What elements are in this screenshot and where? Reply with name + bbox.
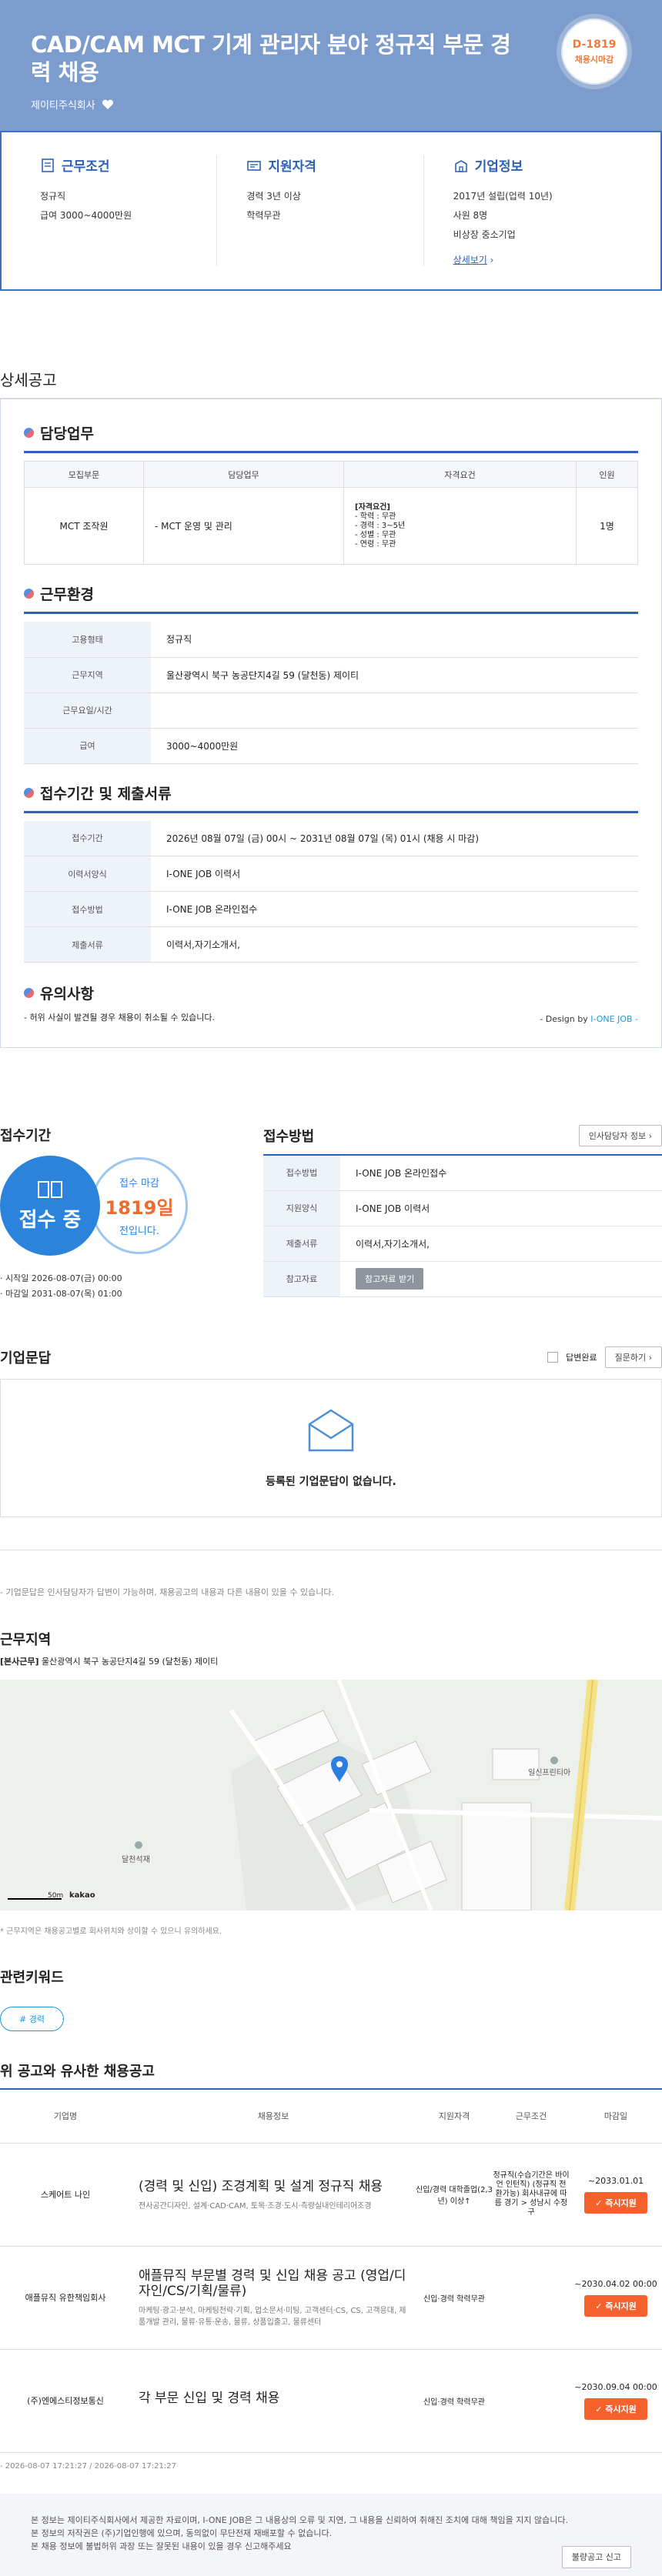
bullet-icon bbox=[24, 428, 34, 438]
summary-company-line: 2017년 설립(업력 10년) bbox=[453, 191, 553, 202]
apply-button[interactable]: ✓ 즉시지원 bbox=[584, 2294, 647, 2317]
ask-button[interactable]: 질문하기 › bbox=[604, 1346, 662, 1368]
similar-row[interactable]: 스케어트 나인 (경력 및 신입) 조경계획 및 설계 정규직 채용 전사공간디… bbox=[0, 2143, 662, 2247]
contact-button[interactable]: 인사담당자 정보 › bbox=[578, 1125, 662, 1146]
book-icon bbox=[38, 1180, 62, 1198]
receipt-method-title: 접수방법 bbox=[263, 1129, 315, 1145]
duty-header: 자격요건 bbox=[343, 461, 577, 488]
duty-part: MCT 조작원 bbox=[24, 487, 144, 565]
summary-company-title: 기업정보 bbox=[474, 159, 523, 175]
company-detail-link[interactable]: 상세보기 bbox=[453, 255, 487, 265]
bullet-icon bbox=[24, 988, 34, 998]
apply-button[interactable]: ✓ 즉시지원 bbox=[584, 2191, 647, 2214]
duty-task: - MCT 운영 및 관리 bbox=[143, 487, 344, 565]
summary-work: 근무조건 정규직 급여 3000~4000만원 bbox=[32, 155, 216, 266]
start-date: · 시작일 2026-08-07(금) 00:00 bbox=[0, 1273, 122, 1283]
address-text: 울산광역시 북구 농공단지4길 59 (달천동) 제이티 bbox=[42, 1657, 219, 1667]
env-title: 근무환경 bbox=[40, 586, 94, 603]
post-dates: - 2026-08-07 17:21:27 / 2026-08-07 17:21… bbox=[0, 2461, 176, 2471]
apply-button[interactable]: ✓ 즉시지원 bbox=[584, 2397, 647, 2420]
similar-row[interactable]: (주)엔에스티정보통신 각 부문 신입 및 경력 채용 신입·경력 학력무관 ~… bbox=[0, 2349, 662, 2453]
envelope-icon bbox=[308, 1409, 354, 1452]
summary-qual-line: 학력무관 bbox=[246, 210, 281, 221]
end-date: · 마감일 2031-08-07(목) 01:00 bbox=[0, 1289, 122, 1299]
summary-company: 기업정보 2017년 설립(업력 10년) 사원 8명 비상장 중소기업 상세보… bbox=[423, 155, 630, 266]
dday-sub: 채용시마감 bbox=[574, 54, 614, 65]
keywords-title: 관련키워드 bbox=[0, 1970, 64, 1986]
receipt-table: 접수방법 I-ONE JOB 온라인접수 지원양식 I-ONE JOB 이력서 제출… bbox=[263, 1154, 662, 1297]
answered-label: 답변완료 bbox=[566, 1353, 597, 1363]
dday-badge: D-1819 채용시마감 bbox=[561, 18, 627, 85]
qa-note: - 기업문답은 인사담당자가 답변이 가능하며, 채용공고의 내용과 다른 내용… bbox=[0, 1550, 662, 1598]
similar-row[interactable]: 애플뮤직 유한책임회사 애플뮤직 부문별 경력 및 신입 채용 공고 (영업/디… bbox=[0, 2246, 662, 2350]
summary-company-line: 비상장 중소기업 bbox=[453, 229, 516, 240]
bullet-icon bbox=[24, 589, 34, 599]
duty-header: 모집부문 bbox=[24, 461, 144, 488]
answered-checkbox[interactable] bbox=[547, 1352, 559, 1363]
disclaimer: 본 정보는 제이티주식회사에서 제공한 자료이며, I-ONE JOB은 그 내… bbox=[0, 2493, 662, 2576]
map-canvas bbox=[0, 1680, 662, 1910]
notice-title: 유의사항 bbox=[40, 986, 94, 1003]
job-title: CAD/CAM MCT 기계 관리자 분야 정규직 부문 경력 채용 bbox=[31, 32, 511, 85]
summary-work-title: 근무조건 bbox=[62, 159, 110, 175]
company-name[interactable]: 제이티주식회사 bbox=[31, 97, 95, 112]
similar-job-title[interactable]: (경력 및 신입) 조경계획 및 설계 정규직 채용 bbox=[139, 2179, 408, 2194]
period-title: 접수기간 및 제출서류 bbox=[40, 785, 172, 802]
duty-table: 모집부문 담당업무 자격요건 인원 MCT 조작원 - MCT 운영 및 관리 … bbox=[24, 461, 638, 565]
heart-icon[interactable] bbox=[102, 99, 114, 110]
receipt-section: 접수기간 접수 중 접수 마감 1819일 전입니다. · 시작일 2026-0… bbox=[0, 1125, 662, 1310]
detail-box: 담당업무 모집부문 담당업무 자격요건 인원 MCT 조작원 - MCT 운영 … bbox=[0, 399, 662, 1048]
map-scale: 50m bbox=[48, 1892, 64, 1900]
id-card-icon bbox=[247, 160, 262, 171]
summary-qual-line: 경력 3년 이상 bbox=[246, 191, 301, 202]
duty-req: [자격요건] - 학력 : 무관 - 경력 : 3~5년 - 성별 : 무관 -… bbox=[343, 487, 577, 565]
location-note: * 근무지역은 채용공고별로 회사위치와 상이할 수 있으니 유의하세요. bbox=[0, 1927, 222, 1936]
dday-count: D-1819 bbox=[572, 38, 617, 51]
report-button[interactable]: 불량공고 신고 bbox=[561, 2545, 631, 2568]
summary-qual: 지원자격 경력 3년 이상 학력무관 bbox=[216, 155, 423, 266]
bullet-icon bbox=[24, 787, 34, 798]
company-row: 제이티주식회사 bbox=[31, 97, 631, 112]
duty-count: 1명 bbox=[576, 487, 638, 565]
status-circle: 접수 중 bbox=[0, 1156, 100, 1256]
summary-company-line: 사원 8명 bbox=[453, 210, 488, 221]
deadline-circle: 접수 마감 1819일 전입니다. bbox=[91, 1157, 188, 1254]
qa-title: 기업문답 bbox=[0, 1350, 52, 1366]
map[interactable]: 일신프린티아 달천석재 50m kakao bbox=[0, 1680, 662, 1910]
detail-section-title: 상세공고 bbox=[0, 291, 662, 399]
duty-title: 담당업무 bbox=[40, 425, 94, 442]
status-text: 접수 중 bbox=[18, 1208, 82, 1232]
duty-header: 담당업무 bbox=[143, 461, 344, 488]
summary-work-line: 정규직 bbox=[40, 191, 66, 202]
duty-header: 인원 bbox=[576, 461, 638, 488]
deadline-days: 1819일 bbox=[105, 1196, 174, 1219]
env-table: 고용형태 정규직 근무지역 울산광역시 북구 농공단지4길 59 (달천동) 제이티… bbox=[24, 622, 638, 764]
similar-table: 기업명 채용정보 지원자격 근무조건 마감일 스케어트 나인 (경력 및 신입)… bbox=[0, 2088, 662, 2453]
document-icon bbox=[42, 158, 54, 172]
location-title: 근무지역 bbox=[0, 1632, 52, 1648]
qa-box: 등록된 기업문답이 없습니다. bbox=[0, 1379, 662, 1517]
similar-title: 위 공고와 유사한 채용공고 bbox=[0, 2064, 155, 2080]
period-table: 접수기간 2026년 08월 07일 (금) 00시 ~ 2031년 08월 07… bbox=[24, 820, 638, 963]
map-label: 일신프린티아 bbox=[528, 1769, 571, 1777]
receipt-title: 접수기간 bbox=[0, 1128, 52, 1144]
similar-job-title[interactable]: 애플뮤직 부문별 경력 및 신입 채용 공고 (영업/디자인/CS/기획/물류) bbox=[139, 2268, 408, 2299]
address-tag: [본사근무] bbox=[0, 1657, 39, 1667]
building-icon bbox=[454, 159, 467, 172]
map-brand: kakao bbox=[69, 1891, 95, 1900]
qa-empty: 등록된 기업문답이 없습니다. bbox=[266, 1476, 396, 1488]
download-reference-button[interactable]: 참고자료 받기 bbox=[356, 1268, 424, 1290]
summary-qual-title: 지원자격 bbox=[268, 159, 316, 175]
similar-job-title[interactable]: 각 부문 신입 및 경력 채용 bbox=[139, 2391, 408, 2406]
summary-work-line: 급여 3000~4000만원 bbox=[40, 210, 132, 221]
job-header: CAD/CAM MCT 기계 관리자 분야 정규직 부문 경력 채용 제이티주식… bbox=[0, 0, 662, 131]
map-label: 달천석재 bbox=[122, 1856, 150, 1864]
keyword-tag[interactable]: # 경력 bbox=[0, 2007, 64, 2031]
summary-box: 근무조건 정규직 급여 3000~4000만원 지원자격 경력 3년 이상 학력… bbox=[0, 131, 662, 291]
